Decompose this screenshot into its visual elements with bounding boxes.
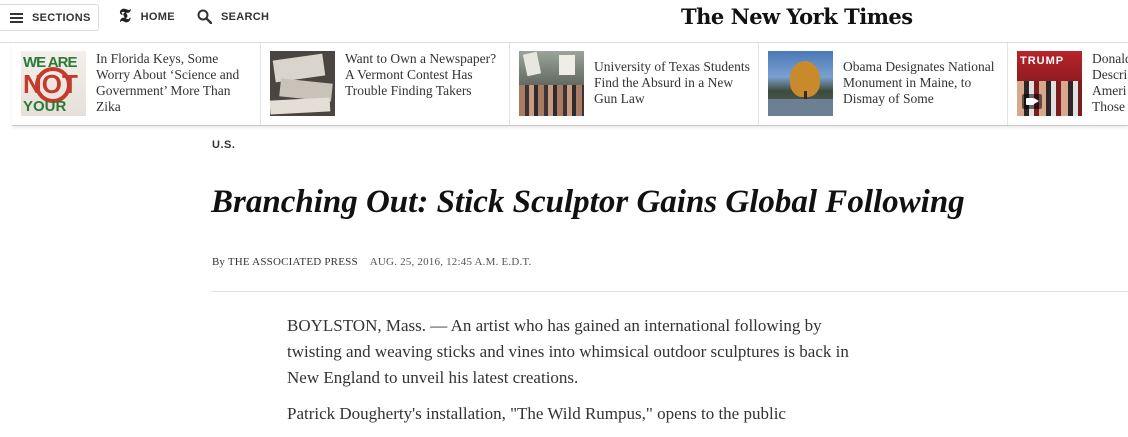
article-title: Branching Out: Stick Sculptor Gains Glob… [211, 184, 965, 220]
video-icon [1022, 94, 1042, 109]
article-paragraph: BOYLSTON, Mass. — An artist who has gain… [287, 316, 849, 387]
search-button[interactable]: SEARCH [197, 9, 269, 24]
hamburger-icon [10, 12, 23, 23]
headline-line: Ameri [1092, 83, 1127, 98]
byline-divider [211, 291, 1128, 292]
headline-line: Descri [1092, 67, 1128, 82]
byline-prefix: By [212, 256, 225, 268]
story-headline[interactable]: University of Texas Students Find the Ab… [594, 51, 752, 107]
ribbon-story[interactable]: Obama Designates National Monument in Ma… [759, 43, 1008, 125]
ribbon-story[interactable]: University of Texas Students Find the Ab… [510, 43, 759, 125]
headline-line: Donald [1092, 51, 1128, 66]
search-label: SEARCH [221, 10, 270, 23]
story-thumbnail[interactable] [768, 51, 833, 116]
ribbon-story[interactable]: WE ARE NOT YOUR In Florida Keys, Some Wo… [12, 43, 261, 125]
thumb-sign-text: TRUMP [1020, 55, 1065, 67]
search-icon [197, 9, 212, 24]
byline-author: THE ASSOCIATED PRESS [227, 256, 358, 268]
story-ribbon: WE ARE NOT YOUR In Florida Keys, Some Wo… [12, 43, 1128, 126]
story-headline[interactable]: Want to Own a Newspaper? A Vermont Conte… [345, 51, 503, 99]
section-kicker[interactable]: U.S. [212, 139, 235, 151]
ribbon-story[interactable]: TRUMP Donald Descri Ameri Those [1008, 43, 1128, 125]
home-button[interactable]: 𝕿 HOME [119, 6, 175, 27]
story-headline[interactable]: Donald Descri Ameri Those [1092, 51, 1128, 115]
story-headline[interactable]: Obama Designates National Monument in Ma… [843, 51, 1001, 107]
story-thumbnail[interactable] [519, 51, 584, 116]
story-thumbnail[interactable]: TRUMP [1017, 51, 1082, 116]
publish-date: AUG. 25, 2016, 12:45 A.M. E.D.T. [369, 256, 532, 268]
thumb-sign-text: NOT [23, 69, 78, 99]
ribbon-story[interactable]: Want to Own a Newspaper? A Vermont Conte… [261, 43, 510, 125]
byline: By THE ASSOCIATED PRESS AUG. 25, 2016, 1… [212, 256, 532, 268]
story-thumbnail[interactable]: WE ARE NOT YOUR [21, 51, 86, 116]
sections-label: SECTIONS [32, 11, 91, 24]
thumb-sign-text: YOUR [23, 98, 67, 115]
article-paragraph: Patrick Dougherty's installation, "The W… [287, 404, 786, 423]
nyt-logo[interactable]: The New York Times [681, 4, 913, 29]
story-thumbnail[interactable] [270, 51, 335, 116]
nyt-t-icon: 𝕿 [119, 6, 131, 27]
top-bar: SECTIONS 𝕿 HOME SEARCH The New York Time… [0, 0, 1128, 43]
sections-button[interactable]: SECTIONS [0, 4, 99, 31]
headline-line: Those [1092, 99, 1125, 114]
home-label: HOME [140, 11, 175, 23]
story-headline[interactable]: In Florida Keys, Some Worry About ‘Scien… [96, 51, 254, 115]
article-body: BOYLSTON, Mass. — An artist who has gain… [287, 313, 867, 437]
